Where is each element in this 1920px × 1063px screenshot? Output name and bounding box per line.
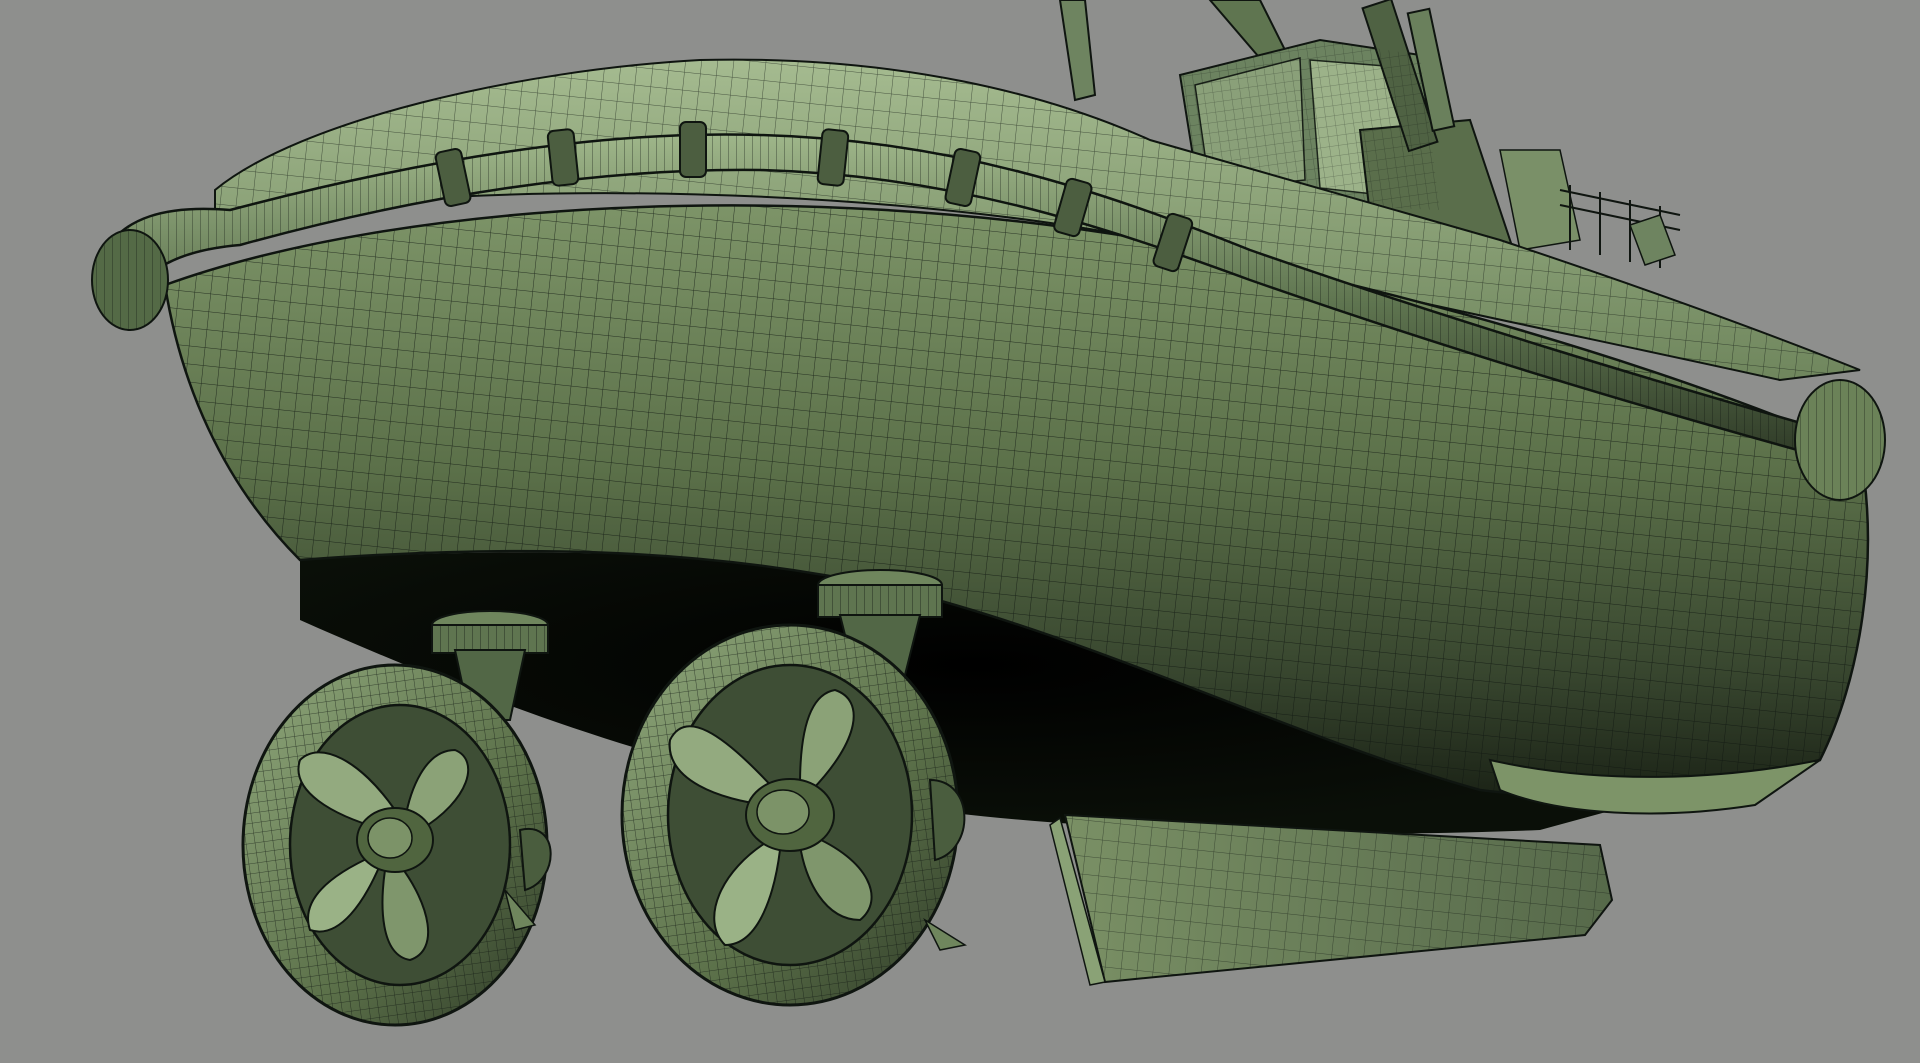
model-render — [91, 0, 1886, 1027]
3d-viewport[interactable] — [0, 0, 1920, 1063]
azimuth-thruster-left — [241, 610, 552, 1027]
keel-skeg — [1049, 813, 1614, 986]
